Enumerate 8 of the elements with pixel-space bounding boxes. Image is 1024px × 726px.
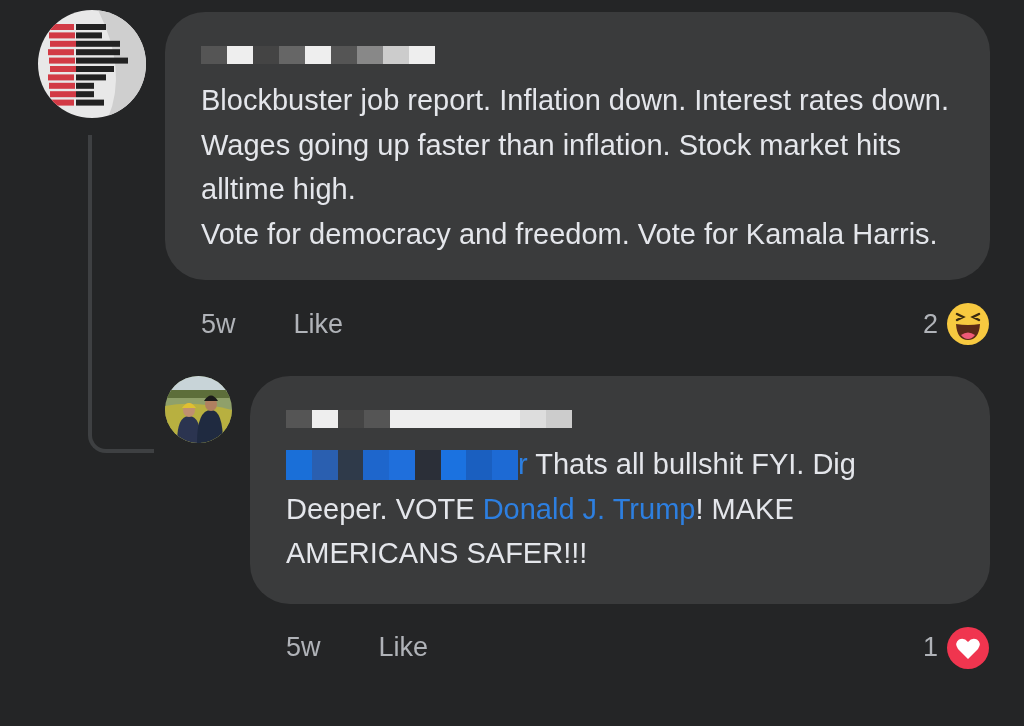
- like-link[interactable]: Like: [293, 308, 344, 340]
- reaction-count: 2: [922, 308, 938, 340]
- like-link[interactable]: Like: [378, 632, 429, 663]
- timestamp: 5w: [201, 308, 236, 340]
- comment-text: Blockbuster job report. Inflation down. Interest rates down. Wages going up faster than inflation. Stock market hits alltime high. Vote for democracy and freedom. Vote for Kamala Harris.: [201, 83, 950, 252]
- comment-text: r Thats all bullshit FYI. Dig Deeper. VOTE Donald J. Trump! MAKE AMERICANS SAFER!!!: [286, 447, 857, 571]
- reaction-count: 1: [922, 632, 938, 663]
- timestamp: 5w: [286, 632, 321, 663]
